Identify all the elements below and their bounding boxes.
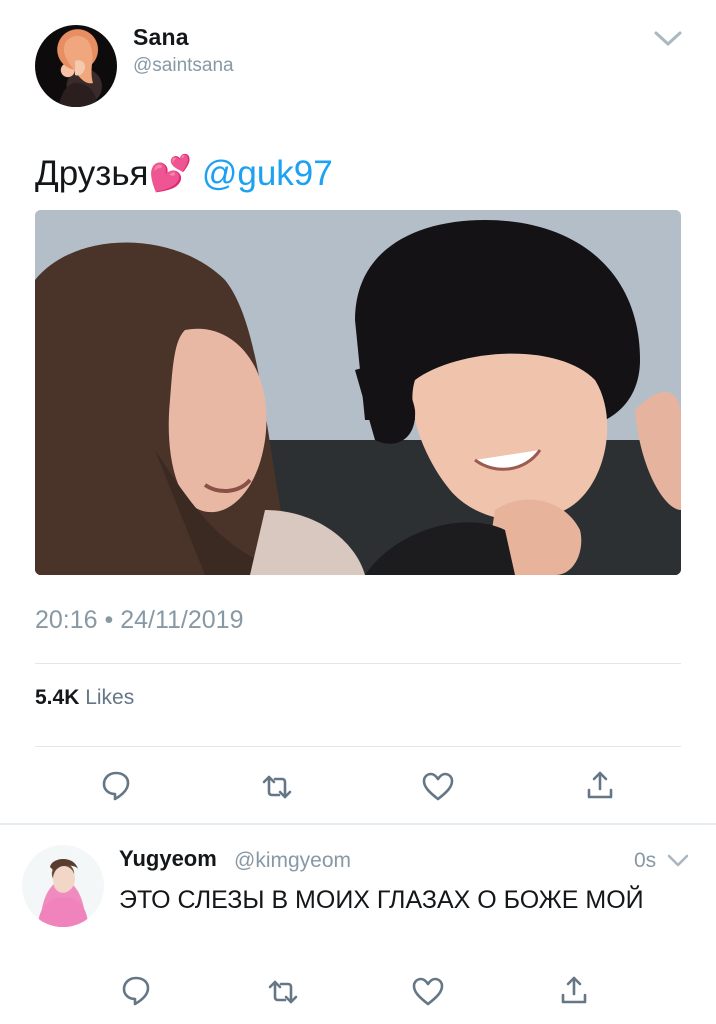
divider xyxy=(35,663,681,664)
photo-image-icon xyxy=(35,210,681,575)
like-icon[interactable] xyxy=(421,770,455,804)
reply-icon[interactable] xyxy=(99,768,133,802)
retweet-icon[interactable] xyxy=(260,770,294,804)
author-name[interactable]: Sana xyxy=(133,24,189,51)
reply-author-avatar[interactable] xyxy=(22,845,104,927)
tweet-photo[interactable] xyxy=(35,210,681,575)
section-divider xyxy=(0,823,716,825)
divider xyxy=(35,746,681,747)
avatar-photo-icon xyxy=(59,35,97,107)
likes-count: 5.4K xyxy=(35,686,80,709)
reply-author-handle[interactable]: @kimgyeom xyxy=(234,849,351,873)
tweet-timestamp: 20:16 • 24/11/2019 xyxy=(35,606,244,634)
tweet-text: Друзья💕 @guk97 xyxy=(35,152,333,196)
like-icon[interactable] xyxy=(411,975,445,1009)
avatar-photo-icon xyxy=(38,859,88,927)
chevron-down-icon[interactable] xyxy=(665,852,691,870)
likes-row[interactable]: 5.4K Likes xyxy=(35,686,134,710)
mention-link[interactable]: @guk97 xyxy=(202,154,333,193)
reply-timestamp: 0s xyxy=(634,849,657,872)
chevron-down-icon[interactable] xyxy=(650,28,686,50)
reply-text: ЭТО СЛЕЗЫ В МОИХ ГЛАЗАХ О БОЖЕ МОЙ xyxy=(119,886,644,914)
share-icon[interactable] xyxy=(583,768,617,802)
reply-icon[interactable] xyxy=(119,973,153,1007)
author-avatar[interactable] xyxy=(35,25,117,107)
likes-label: Likes xyxy=(85,686,135,709)
tweet-text-body: Друзья💕 xyxy=(35,154,193,193)
retweet-icon[interactable] xyxy=(266,975,300,1009)
reply-author-name[interactable]: Yugyeom xyxy=(119,846,217,872)
share-icon[interactable] xyxy=(557,973,591,1007)
author-handle[interactable]: @saintsana xyxy=(133,55,234,77)
